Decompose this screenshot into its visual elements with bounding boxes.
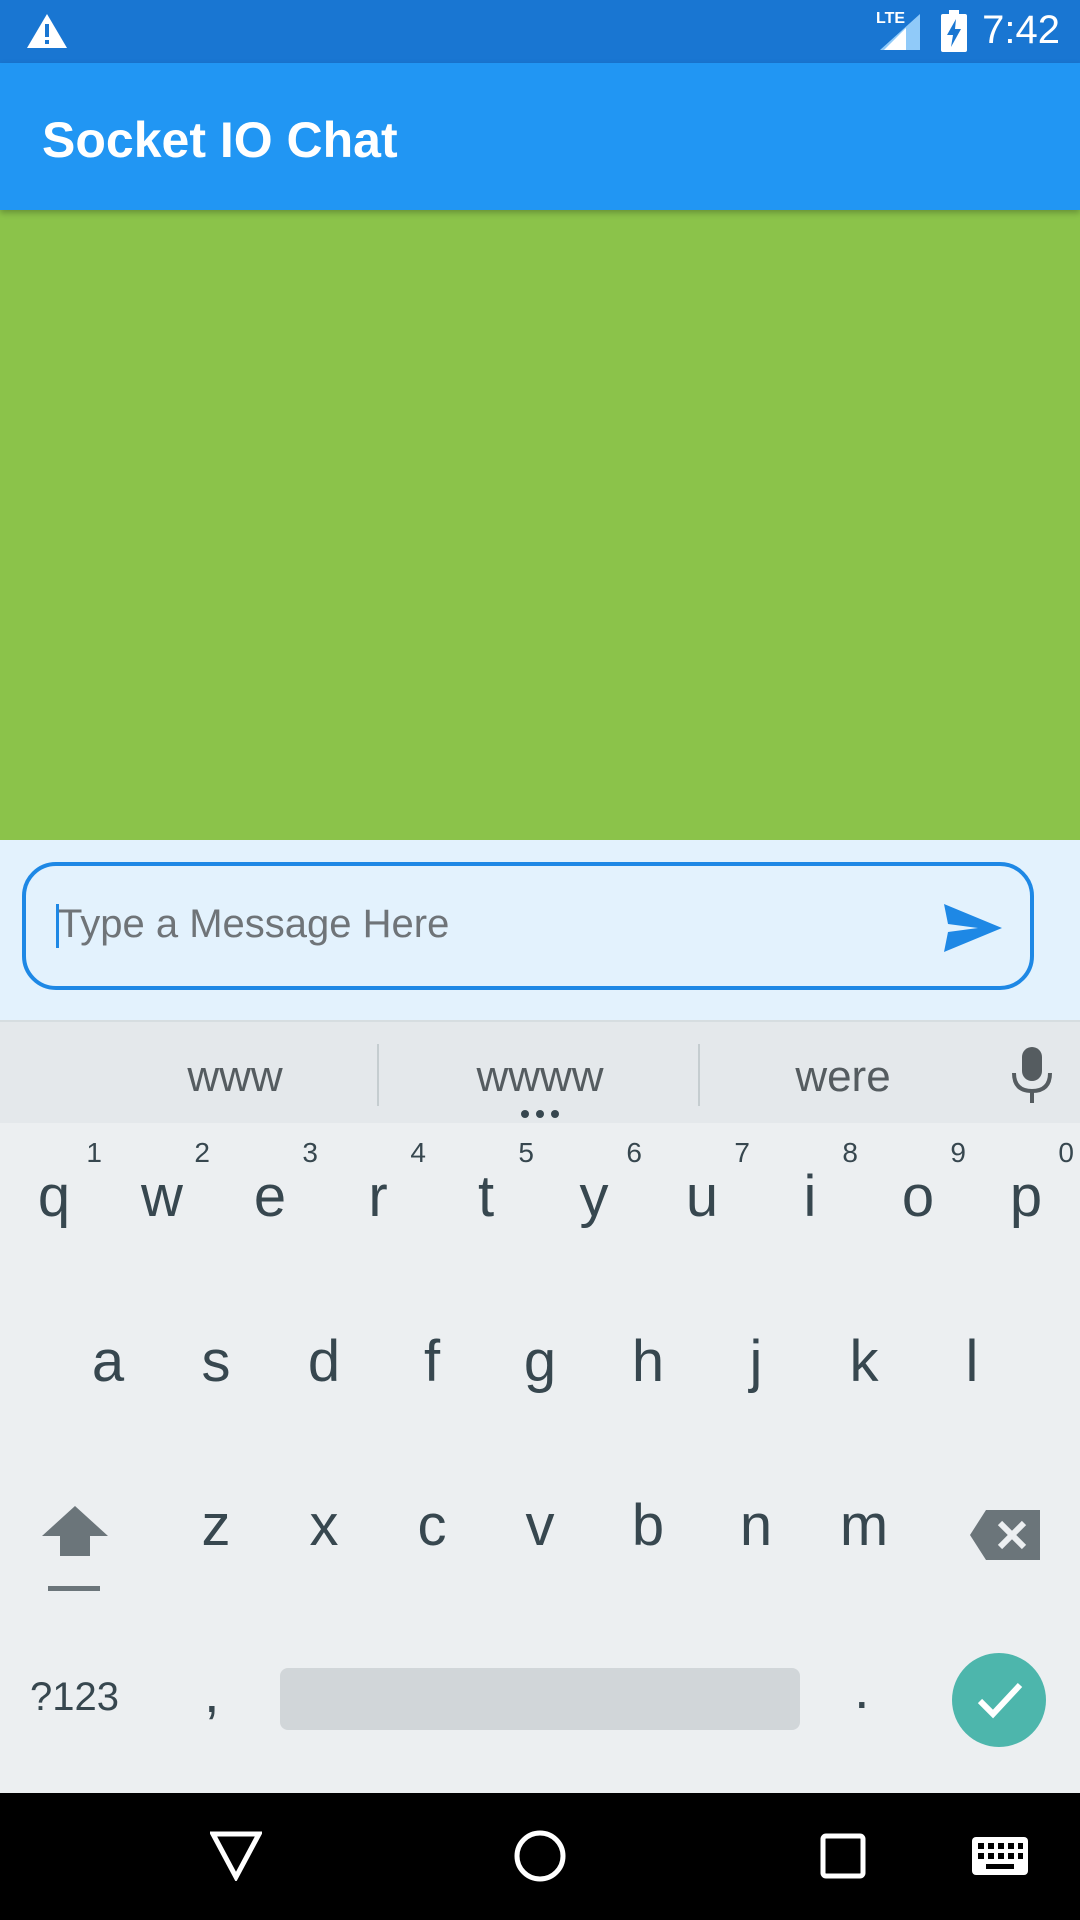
back-icon[interactable] — [210, 1831, 262, 1881]
key[interactable]: o9 — [864, 1123, 972, 1273]
key[interactable]: x — [270, 1452, 378, 1602]
backspace-icon[interactable] — [970, 1510, 1040, 1560]
key[interactable]: s — [162, 1288, 270, 1438]
key[interactable]: q1 — [0, 1123, 108, 1273]
key-number-hint: 6 — [626, 1137, 642, 1168]
key[interactable]: i8 — [756, 1123, 864, 1273]
battery-charging-icon — [941, 10, 967, 52]
chat-messages-area[interactable] — [0, 210, 1080, 840]
key[interactable]: u7 — [648, 1123, 756, 1273]
key[interactable]: y6 — [540, 1123, 648, 1273]
status-bar: LTE 7:42 — [0, 0, 1080, 63]
enter-key[interactable] — [952, 1653, 1046, 1747]
suggestion-item[interactable]: wwww — [435, 1052, 645, 1102]
key-label: v — [525, 1493, 555, 1558]
key-label: h — [631, 1329, 665, 1394]
key[interactable]: b — [594, 1452, 702, 1602]
key-label: b — [631, 1493, 665, 1558]
message-placeholder: Type a Message Here — [58, 902, 450, 946]
key-label: n — [739, 1493, 773, 1558]
spacebar[interactable] — [280, 1668, 800, 1730]
key[interactable]: k — [810, 1288, 918, 1438]
key[interactable]: f — [378, 1288, 486, 1438]
key[interactable]: r4 — [324, 1123, 432, 1273]
key[interactable]: z — [162, 1452, 270, 1602]
home-icon[interactable] — [513, 1829, 567, 1883]
symbols-key[interactable]: ?123 — [30, 1675, 119, 1720]
key[interactable]: d — [270, 1288, 378, 1438]
key[interactable]: l — [918, 1288, 1026, 1438]
key[interactable]: v — [486, 1452, 594, 1602]
key-label: u — [685, 1164, 719, 1229]
recents-icon[interactable] — [820, 1833, 866, 1879]
key[interactable]: n — [702, 1452, 810, 1602]
key-label: g — [523, 1329, 557, 1394]
message-input[interactable]: Type a Message Here — [22, 862, 1034, 990]
key-number-hint: 0 — [1058, 1137, 1074, 1168]
key[interactable]: j — [702, 1288, 810, 1438]
keyboard-switch-icon[interactable] — [972, 1837, 1028, 1875]
key-label: y — [579, 1164, 609, 1229]
suggestion-item[interactable]: were — [738, 1052, 948, 1102]
key[interactable]: p0 — [972, 1123, 1080, 1273]
key[interactable]: h — [594, 1288, 702, 1438]
key[interactable]: a — [54, 1288, 162, 1438]
key[interactable]: c — [378, 1452, 486, 1602]
key-label: e — [253, 1164, 287, 1229]
app-title: Socket IO Chat — [42, 112, 398, 168]
app-bar: Socket IO Chat — [0, 63, 1080, 210]
key-label: l — [965, 1329, 979, 1394]
key-label: o — [901, 1164, 935, 1229]
key-label: q — [37, 1164, 71, 1229]
key[interactable]: g — [486, 1288, 594, 1438]
comma-key[interactable]: , — [204, 1660, 220, 1725]
key[interactable]: t5 — [432, 1123, 540, 1273]
suggestion-divider — [377, 1044, 379, 1106]
key-label: j — [749, 1329, 763, 1394]
key[interactable]: e3 — [216, 1123, 324, 1273]
key-label: k — [849, 1329, 879, 1394]
key-number-hint: 1 — [86, 1137, 102, 1168]
shift-icon[interactable] — [40, 1506, 110, 1592]
key-label: c — [417, 1493, 447, 1558]
key-number-hint: 4 — [410, 1137, 426, 1168]
mic-icon[interactable] — [1008, 1047, 1056, 1103]
key[interactable]: w2 — [108, 1123, 216, 1273]
key-label: p — [1009, 1164, 1043, 1229]
key-label: t — [477, 1164, 495, 1229]
navigation-bar — [0, 1793, 1080, 1920]
message-composer: Type a Message Here — [0, 840, 1080, 1020]
key-label: d — [307, 1329, 341, 1394]
key-label: w — [141, 1164, 183, 1229]
key-label: m — [839, 1493, 889, 1558]
suggestion-divider — [698, 1044, 700, 1106]
check-icon — [977, 1682, 1023, 1719]
more-suggestions-icon — [521, 1110, 559, 1118]
suggestion-bar: www wwww were — [0, 1020, 1080, 1123]
key-label: i — [803, 1164, 817, 1229]
status-time: 7:42 — [982, 8, 1060, 52]
key-label: s — [201, 1329, 231, 1394]
key-number-hint: 2 — [194, 1137, 210, 1168]
send-icon[interactable] — [944, 904, 1002, 952]
key-number-hint: 9 — [950, 1137, 966, 1168]
key-label: a — [91, 1329, 125, 1394]
soft-keyboard: www wwww were ?123 , . q1w2e3r4t 5 y 6 u… — [0, 1020, 1080, 1793]
key[interactable]: m — [810, 1452, 918, 1602]
period-key[interactable]: . — [854, 1656, 870, 1721]
key-number-hint: 8 — [842, 1137, 858, 1168]
suggestion-item[interactable]: www — [130, 1052, 340, 1102]
key-label: r — [368, 1164, 388, 1229]
warning-icon — [27, 14, 67, 48]
key-label: z — [201, 1493, 231, 1558]
signal-icon — [880, 14, 920, 50]
key-number-hint: 5 — [518, 1137, 534, 1168]
key-number-hint: 7 — [734, 1137, 750, 1168]
key-number-hint: 3 — [302, 1137, 318, 1168]
key-label: x — [309, 1493, 339, 1558]
key-label: f — [423, 1329, 441, 1394]
